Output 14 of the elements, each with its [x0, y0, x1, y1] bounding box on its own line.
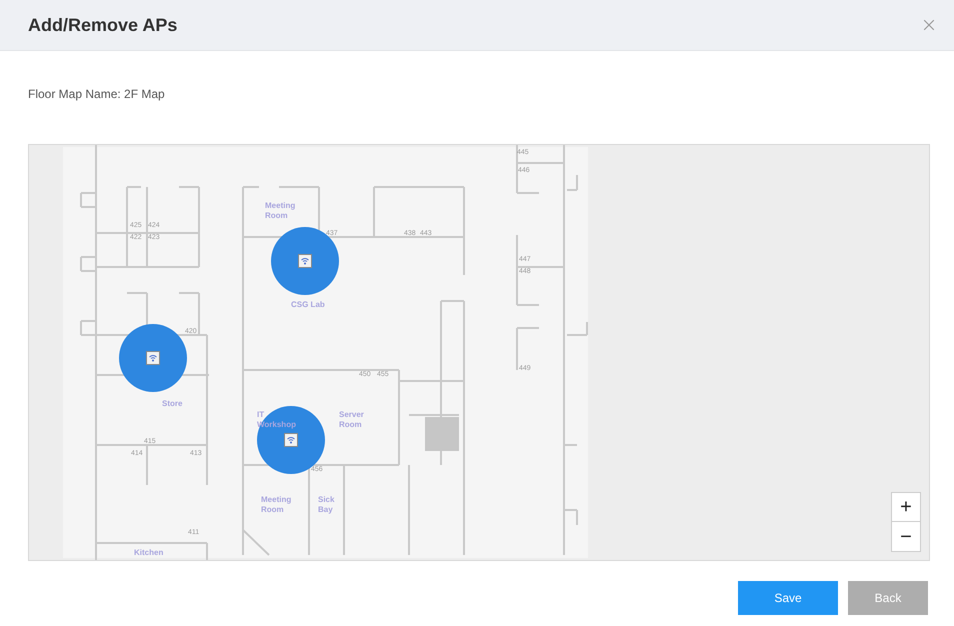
room-label: Server Room — [339, 410, 365, 430]
room-label: Meeting Room — [265, 201, 296, 221]
room-label: Meeting Room — [261, 495, 292, 515]
room-label: Store — [162, 399, 182, 409]
dialog-title: Add/Remove APs — [28, 14, 178, 36]
room-label: Sick Bay — [318, 495, 336, 515]
access-point-icon[interactable] — [284, 433, 298, 447]
access-point-icon[interactable] — [298, 254, 312, 268]
floor-map-name: Floor Map Name: 2F Map — [28, 87, 165, 101]
room-label: CSG Lab — [291, 300, 325, 310]
access-point-icon[interactable] — [146, 351, 160, 365]
zoom-out-button[interactable]: − — [892, 522, 920, 551]
room-label: Kitchen — [134, 548, 164, 558]
zoom-in-button[interactable]: + — [892, 493, 920, 522]
